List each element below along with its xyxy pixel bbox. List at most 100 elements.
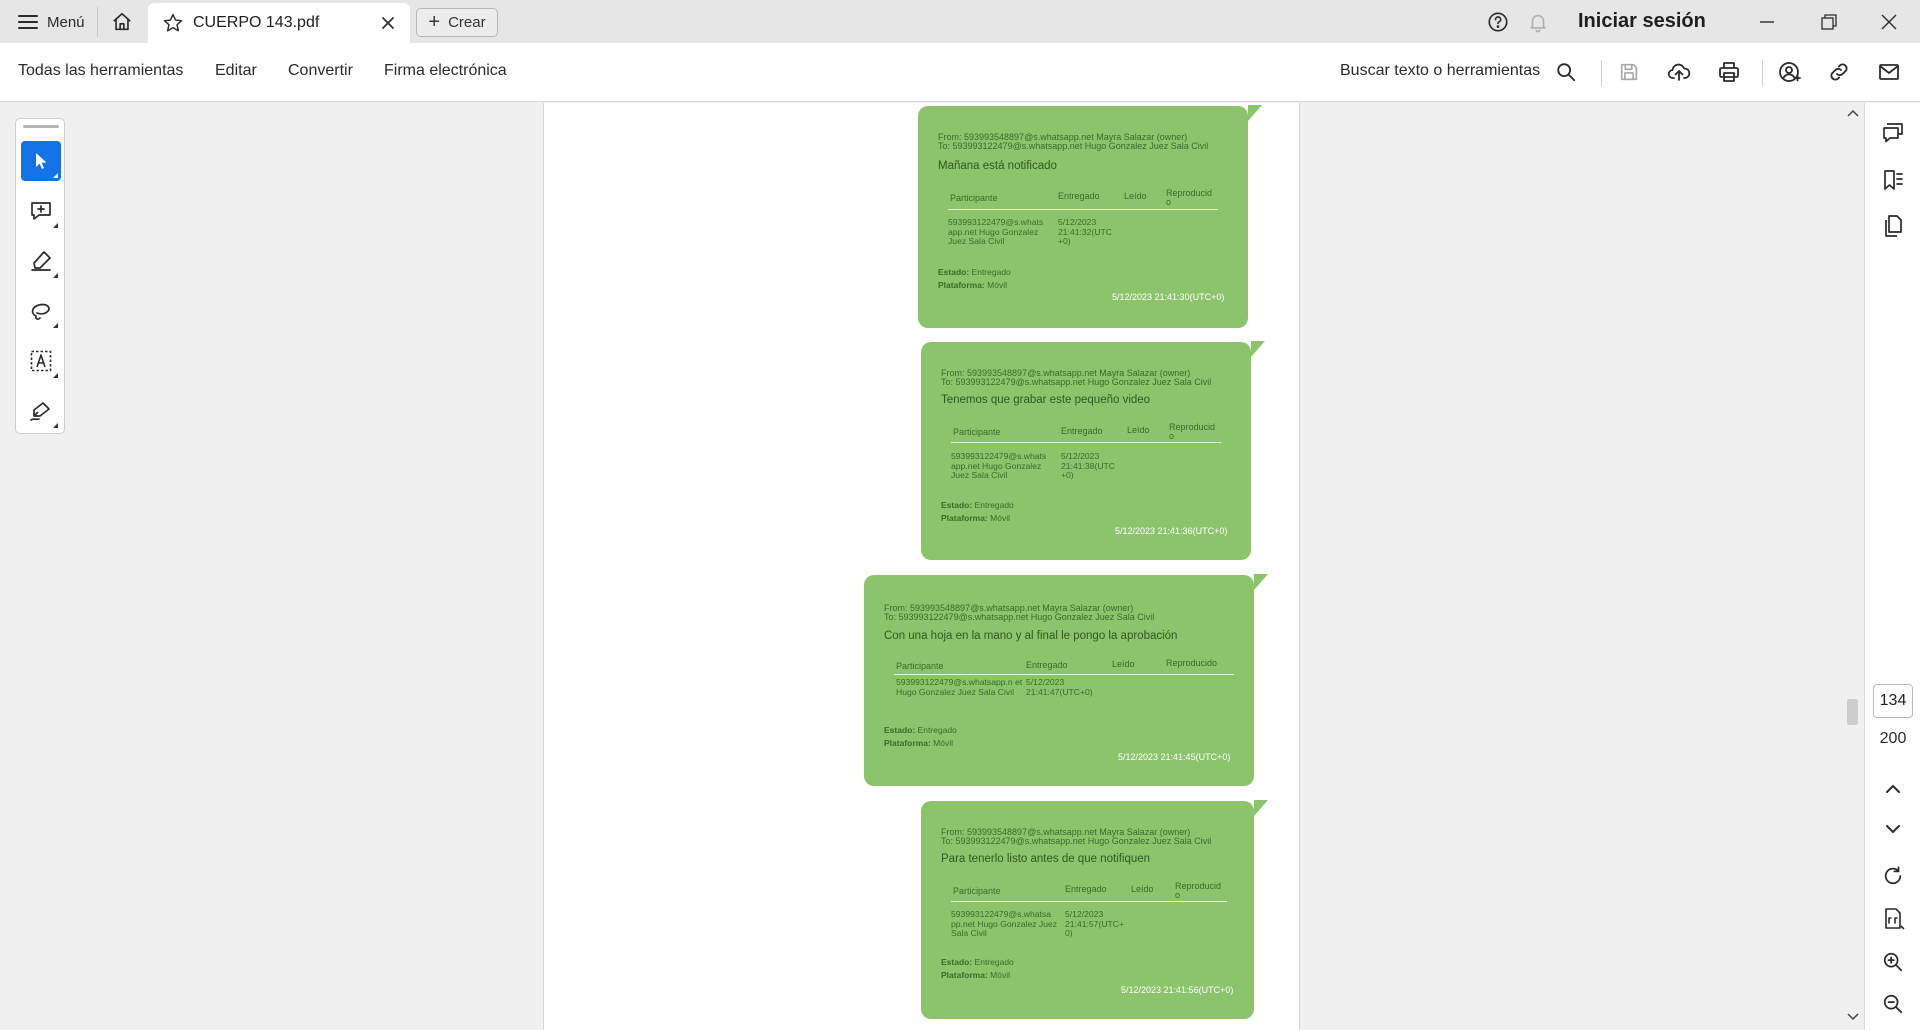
highlighter-icon — [31, 251, 51, 271]
next-page-button[interactable] — [1878, 814, 1908, 844]
page-fit-button[interactable] — [1878, 904, 1908, 934]
column-read: Leído — [1124, 191, 1147, 201]
column-participant: Participante — [896, 661, 944, 671]
column-read: Leído — [1131, 884, 1154, 894]
current-page-input[interactable]: 134 — [1873, 684, 1913, 718]
mail-icon — [1879, 64, 1899, 80]
zoom-in-icon — [1883, 952, 1903, 972]
rotate-button[interactable] — [1878, 861, 1908, 891]
restore-icon — [1821, 13, 1837, 30]
create-button[interactable]: + Crear — [416, 8, 498, 37]
copy-link-button[interactable] — [1824, 57, 1854, 87]
message-bubble: From: 593993548897@s.whatsapp.net Mayra … — [921, 800, 1268, 1019]
scroll-down-icon[interactable] — [1847, 1013, 1859, 1021]
scrollbar-thumb[interactable] — [1847, 699, 1858, 725]
print-button[interactable] — [1714, 57, 1744, 87]
pages-panel-button[interactable] — [1878, 211, 1908, 241]
close-window-button[interactable] — [1874, 0, 1904, 43]
page-fit-icon — [1885, 908, 1905, 930]
sign-tool[interactable] — [21, 391, 61, 431]
minimize-icon — [1760, 20, 1774, 23]
participant-cell: 593993122479@s.whatsapp.n et Hugo Gonzal… — [896, 677, 1023, 697]
search-button[interactable] — [1551, 57, 1581, 87]
platform-line: Plataforma: Móvil — [941, 513, 1010, 523]
status-line: Estado: Entregado — [941, 500, 1014, 510]
rail-drag-handle[interactable] — [23, 125, 59, 128]
link-icon — [1830, 63, 1848, 81]
column-delivered: Entregado — [1061, 426, 1103, 436]
right-side-panel: 134 200 — [1864, 103, 1920, 1030]
chevron-up-icon — [1886, 784, 1900, 793]
zoom-out-button[interactable] — [1878, 989, 1908, 1019]
all-tools-menu[interactable]: Todas las herramientas — [18, 62, 183, 80]
home-button[interactable] — [108, 9, 136, 35]
status-value: Entregado — [974, 500, 1014, 510]
vertical-scrollbar[interactable] — [1842, 103, 1864, 1030]
draw-tool[interactable] — [21, 291, 61, 331]
submenu-indicator — [53, 423, 58, 428]
home-icon — [113, 12, 131, 31]
status-value: Entregado — [917, 725, 957, 735]
message-bubble: From: 593993548897@s.whatsapp.net Mayra … — [864, 574, 1268, 786]
search-tools-field[interactable]: Buscar texto o herramientas — [1340, 62, 1540, 80]
submenu-indicator — [53, 273, 58, 278]
minimize-button[interactable] — [1752, 0, 1782, 43]
highlight-tool[interactable] — [21, 241, 61, 281]
email-button[interactable] — [1874, 57, 1904, 87]
message-to: To: 593993122479@s.whatsapp.net Hugo Gon… — [938, 141, 1209, 151]
edit-menu[interactable]: Editar — [215, 62, 257, 80]
scroll-up-icon[interactable] — [1847, 109, 1859, 117]
share-with-people-button[interactable] — [1774, 57, 1804, 87]
document-tab[interactable]: CUERPO 143.pdf — [148, 3, 410, 43]
status-label: Estado: — [941, 500, 973, 510]
help-button[interactable] — [1484, 0, 1512, 43]
status-value: Entregado — [971, 267, 1011, 277]
platform-line: Plataforma: Móvil — [884, 738, 953, 748]
zoom-out-icon — [1883, 994, 1903, 1014]
add-user-icon — [1779, 62, 1801, 82]
upload-button[interactable] — [1664, 57, 1694, 87]
divider — [1762, 60, 1763, 86]
participant-cell: 593993122479@s.whatsa pp.net Hugo Gonzal… — [951, 909, 1058, 938]
quick-tools-rail — [15, 118, 65, 434]
search-icon — [1557, 63, 1576, 82]
create-label: Crear — [448, 14, 486, 31]
platform-label: Plataforma: — [941, 970, 988, 980]
notifications-button[interactable] — [1524, 0, 1552, 43]
previous-page-button[interactable] — [1878, 774, 1908, 804]
column-participant: Participante — [950, 193, 998, 203]
chevron-down-icon — [1886, 825, 1900, 834]
select-tool[interactable] — [21, 141, 61, 181]
platform-value: Móvil — [990, 513, 1010, 523]
add-comment-icon — [31, 202, 51, 220]
menu-button[interactable]: Menú — [12, 8, 91, 36]
restore-button[interactable] — [1814, 0, 1844, 43]
submenu-indicator — [53, 223, 58, 228]
column-read: Leído — [1127, 425, 1150, 435]
tab-title: CUERPO 143.pdf — [193, 14, 320, 31]
sign-in-link[interactable]: Iniciar sesión — [1578, 10, 1706, 33]
divider — [1601, 60, 1602, 86]
pages-icon — [1885, 215, 1902, 237]
platform-line: Plataforma: Móvil — [941, 970, 1010, 980]
add-comment-tool[interactable] — [21, 191, 61, 231]
convert-menu[interactable]: Convertir — [288, 62, 353, 80]
plus-icon: + — [428, 10, 441, 33]
participant-cell: 593993122479@s.whats app.net Hugo Gonzal… — [948, 217, 1044, 246]
esign-menu[interactable]: Firma electrónica — [384, 62, 507, 80]
zoom-in-button[interactable] — [1878, 947, 1908, 977]
star-icon[interactable] — [162, 12, 184, 34]
status-label: Estado: — [938, 267, 970, 277]
close-icon[interactable] — [378, 13, 398, 33]
table-divider — [951, 442, 1221, 443]
bookmarks-panel-button[interactable] — [1878, 165, 1908, 195]
lasso-icon — [31, 303, 50, 320]
bell-icon — [1530, 14, 1546, 32]
text-select-tool[interactable] — [21, 341, 61, 381]
status-line: Estado: Entregado — [941, 957, 1014, 967]
column-played: Reproducido — [1166, 658, 1218, 668]
save-button[interactable] — [1614, 57, 1644, 87]
comments-panel-button[interactable] — [1878, 118, 1908, 148]
platform-value: Móvil — [933, 738, 953, 748]
rotate-icon — [1884, 866, 1902, 885]
